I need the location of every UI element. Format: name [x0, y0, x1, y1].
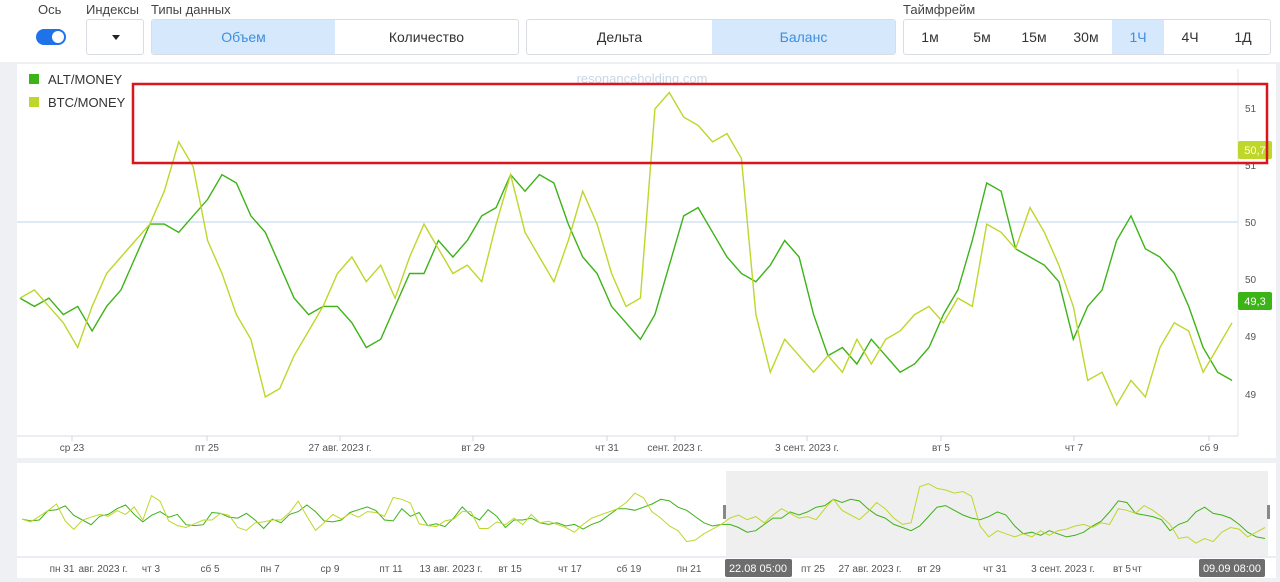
axis-toggle[interactable] [36, 29, 66, 45]
datatype-label: Типы данных [151, 2, 231, 17]
x-tick-label: вт 29 [461, 443, 485, 454]
y-tick-label: 50 [1245, 218, 1257, 229]
navigator-x-tick-label: чт 31 [983, 564, 1007, 575]
range-start: 22.08 05:00 [729, 563, 787, 575]
navigator-chart[interactable]: пн 31 авг. 2023 г. чт 3 сб 5 пн 7 ср 9 пт 11 13… [17, 463, 1276, 578]
legend-swatch-btc [29, 97, 39, 107]
range-end: 09.09 08:00 [1203, 563, 1261, 575]
navigator-x-tick-label: пн 31 [50, 564, 75, 575]
y-tick-label: 50 [1245, 275, 1257, 286]
y-tick-label: 49 [1245, 390, 1257, 401]
tf-1d-button[interactable]: 1Д [1216, 20, 1270, 54]
timeframe-group: 1м 5м 15м 30м 1Ч 4Ч 1Д [903, 19, 1271, 55]
navigator-x-tick-label: пт 11 [379, 564, 403, 575]
main-chart[interactable]: resonanceholding.com ALT/MONEY BTC/MONEY… [17, 64, 1276, 458]
mode-balance-button[interactable]: Баланс [712, 20, 895, 54]
last-value-alt: 49,3 [1244, 296, 1265, 308]
legend-swatch-alt [29, 74, 39, 84]
x-axis: ср 23 пт 25 27 авг. 2023 г. вт 29 чт 31 сент.… [60, 436, 1219, 454]
index-dropdown[interactable] [86, 19, 144, 55]
navigator-handle-left[interactable] [723, 505, 726, 519]
chart-grid [17, 69, 1239, 437]
navigator-x-tick-label: 27 авг. 2023 г. [839, 564, 902, 575]
tf-15m-button[interactable]: 15м [1008, 20, 1060, 54]
navigator-x-tick-label: сб 19 [617, 563, 642, 575]
last-value-btc: 50,7 [1244, 145, 1265, 157]
x-tick-label: вт 5 [932, 443, 950, 454]
datatype-count-button[interactable]: Количество [335, 20, 518, 54]
x-tick-label: 3 сент. 2023 г. [775, 443, 839, 454]
navigator-x-tick-label: пт 25 [801, 564, 825, 575]
tf-5m-button[interactable]: 5м [956, 20, 1008, 54]
legend-btc[interactable]: BTC/MONEY [48, 95, 126, 110]
mode-delta-button[interactable]: Дельта [527, 20, 712, 54]
datatype-group: Объем Количество [151, 19, 519, 55]
legend-alt[interactable]: ALT/MONEY [48, 72, 122, 87]
highlight-box [131, 82, 1269, 165]
x-tick-label: чт 31 [595, 443, 619, 454]
toggle-knob [52, 31, 64, 43]
navigator-x-tick-label: авг. 2023 г. [78, 564, 127, 575]
series-line-alt [19, 173, 1233, 382]
mode-group: Дельта Баланс [526, 19, 896, 55]
axis-label: Ось [38, 2, 62, 17]
series-line-btc [19, 91, 1233, 407]
toolbar: Ось Индексы Типы данных Объем Количество… [0, 0, 1280, 62]
navigator-x-tick-label: сб 5 [200, 563, 220, 575]
navigator-panel[interactable]: пн 31 авг. 2023 г. чт 3 сб 5 пн 7 ср 9 пт 11 13… [17, 463, 1276, 578]
navigator-x-axis: пн 31 авг. 2023 г. чт 3 сб 5 пн 7 ср 9 пт 11 13… [50, 563, 1143, 575]
y-tick-label: 51 [1245, 104, 1257, 115]
x-tick-label: ср 23 [60, 443, 85, 454]
timeframe-label: Таймфрейм [903, 2, 976, 17]
navigator-x-tick-label: пн 7 [260, 564, 280, 575]
x-tick-label: пт 25 [195, 443, 219, 454]
navigator-x-tick-label: чт [1132, 564, 1142, 575]
y-tick-label: 49 [1245, 332, 1257, 343]
tf-1h-button[interactable]: 1Ч [1112, 20, 1164, 54]
x-tick-label: сб 9 [1199, 442, 1219, 454]
chevron-down-icon [112, 35, 120, 40]
datatype-volume-button[interactable]: Объем [152, 20, 335, 54]
navigator-x-tick-label: вт 5 [1113, 564, 1131, 575]
tf-4h-button[interactable]: 4Ч [1164, 20, 1216, 54]
navigator-handle-right[interactable] [1267, 505, 1270, 519]
x-tick-label: 27 авг. 2023 г. [309, 443, 372, 454]
main-chart-panel[interactable]: resonanceholding.com ALT/MONEY BTC/MONEY… [17, 64, 1276, 458]
navigator-x-tick-label: ср 9 [321, 564, 340, 575]
navigator-x-tick-label: чт 17 [558, 564, 582, 575]
navigator-x-tick-label: 3 сент. 2023 г. [1031, 564, 1095, 575]
navigator-x-tick-label: чт 3 [142, 564, 161, 575]
x-tick-label: сент. 2023 г. [647, 443, 702, 454]
navigator-x-tick-label: вт 29 [917, 564, 941, 575]
tf-30m-button[interactable]: 30м [1060, 20, 1112, 54]
navigator-x-tick-label: пн 21 [677, 564, 702, 575]
navigator-range[interactable] [726, 471, 1268, 556]
legend: ALT/MONEY BTC/MONEY [29, 72, 126, 110]
index-label: Индексы [86, 2, 140, 17]
x-tick-label: чт 7 [1065, 443, 1084, 454]
tf-1m-button[interactable]: 1м [904, 20, 956, 54]
navigator-x-tick-label: вт 15 [498, 564, 522, 575]
navigator-x-tick-label: 13 авг. 2023 г. [420, 564, 483, 575]
